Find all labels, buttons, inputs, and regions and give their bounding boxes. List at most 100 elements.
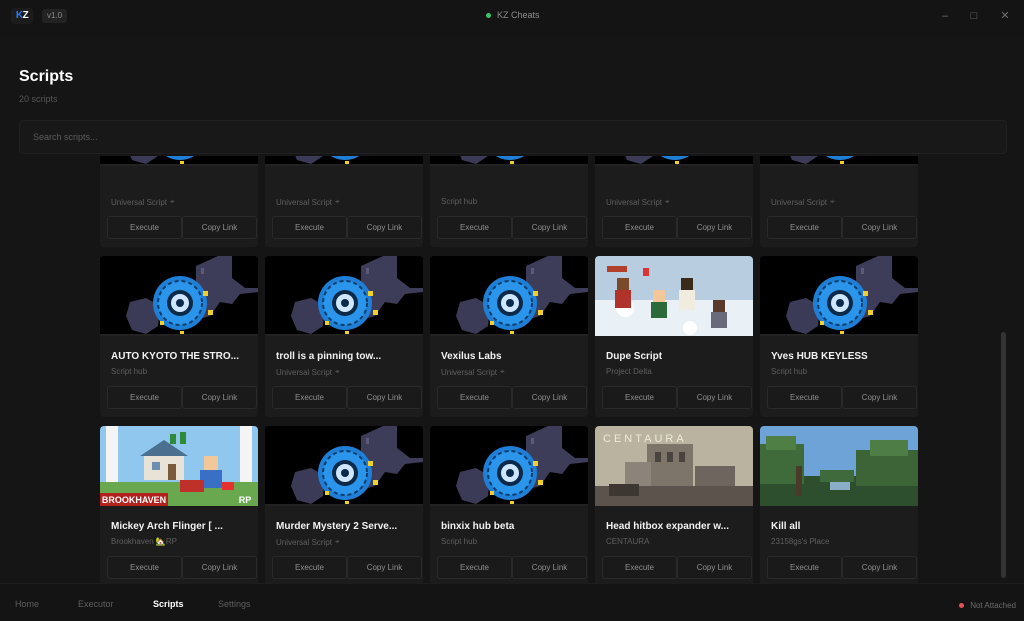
script-title: troll is a pinning tow...	[276, 351, 382, 362]
execute-button[interactable]: Execute	[602, 216, 677, 239]
execute-button[interactable]: Execute	[272, 216, 347, 239]
script-category-label: Script hub	[441, 537, 478, 546]
pin-icon: ⌖	[335, 537, 340, 546]
execute-button[interactable]: Execute	[602, 386, 677, 409]
execute-button[interactable]: Execute	[437, 216, 512, 239]
script-category: Script hub	[771, 367, 807, 376]
app-title: KZ Cheats	[497, 10, 540, 20]
script-card[interactable]: Dupe Script Project Delta Execute Copy Link	[595, 256, 753, 417]
script-title: Vexilus Labs	[441, 351, 502, 362]
close-icon[interactable]: ✕	[998, 9, 1012, 23]
scripts-grid: Universal Script ⌖ Execute Copy Link Univers…	[100, 156, 918, 583]
script-category-label: CENTAURA	[606, 537, 650, 546]
execute-button[interactable]: Execute	[767, 216, 842, 239]
script-card[interactable]: troll is a pinning tow... Universal Scrip…	[265, 256, 423, 417]
execute-button[interactable]: Execute	[767, 386, 842, 409]
execute-button[interactable]: Execute	[437, 386, 512, 409]
copy-link-button[interactable]: Copy Link	[347, 216, 422, 239]
script-category: CENTAURA	[606, 537, 649, 546]
script-thumbnail	[100, 256, 258, 336]
copy-link-button[interactable]: Copy Link	[182, 216, 257, 239]
execute-button[interactable]: Execute	[272, 386, 347, 409]
execute-button[interactable]: Execute	[767, 556, 842, 579]
script-thumbnail	[100, 156, 258, 166]
maximize-icon[interactable]: □	[967, 9, 981, 23]
script-thumbnail	[265, 256, 423, 336]
search-box[interactable]	[19, 120, 1007, 154]
nav-executor[interactable]: Executor	[78, 599, 114, 609]
pin-icon: ⌖	[335, 197, 340, 206]
search-input[interactable]	[20, 121, 1006, 153]
script-thumbnail: CENTAURA	[595, 426, 753, 506]
script-category-label: Universal Script	[606, 197, 663, 207]
script-card[interactable]: Murder Mystery 2 Serve... Universal Scrip…	[265, 426, 423, 583]
script-thumbnail	[760, 256, 918, 336]
connection-status-dot-icon	[486, 12, 491, 18]
script-card[interactable]: Vexilus Labs Universal Script ⌖ Execute Copy…	[430, 256, 588, 417]
execute-button[interactable]: Execute	[437, 556, 512, 579]
script-category-label: Universal Script	[276, 367, 333, 377]
script-card[interactable]: Yves HUB KEYLESS Script hub Execute Copy Li…	[760, 256, 918, 417]
copy-link-button[interactable]: Copy Link	[512, 556, 587, 579]
script-category-label: Script hub	[771, 367, 808, 376]
script-card[interactable]: Kill all 23158gs's Place Execute Copy Link	[760, 426, 918, 583]
script-category-label: 23158gs's Place	[771, 537, 830, 546]
copy-link-button[interactable]: Copy Link	[842, 556, 917, 579]
execute-button[interactable]: Execute	[107, 216, 182, 239]
copy-link-button[interactable]: Copy Link	[182, 556, 257, 579]
copy-link-button[interactable]: Copy Link	[677, 386, 752, 409]
script-category: Brookhaven 🏡RP	[111, 537, 177, 546]
script-category: Universal Script ⌖	[441, 367, 505, 377]
script-card[interactable]: AUTO KYOTO THE STRO... Script hub Execute C…	[100, 256, 258, 417]
script-card[interactable]: Universal Script ⌖ Execute Copy Link	[760, 156, 918, 247]
copy-link-button[interactable]: Copy Link	[347, 386, 422, 409]
script-category-label: Script hub	[441, 197, 478, 206]
nav-settings[interactable]: Settings	[218, 599, 251, 609]
svg-text:RP: RP	[239, 495, 252, 505]
scripts-grid-viewport[interactable]: Universal Script ⌖ Execute Copy Link Univers…	[0, 156, 1024, 583]
script-thumbnail	[430, 426, 588, 506]
script-category: 23158gs's Place	[771, 537, 829, 546]
script-category: Project Delta	[606, 367, 652, 376]
nav-home[interactable]: Home	[15, 599, 39, 609]
copy-link-button[interactable]: Copy Link	[677, 556, 752, 579]
script-card[interactable]: Script hub Execute Copy Link	[430, 156, 588, 247]
script-card[interactable]: CENTAURA Head hitbox expander w... CENTAUR…	[595, 426, 753, 583]
script-card[interactable]: Universal Script ⌖ Execute Copy Link	[265, 156, 423, 247]
script-card[interactable]: Universal Script ⌖ Execute Copy Link	[100, 156, 258, 247]
version-badge: v1.0	[42, 9, 68, 23]
script-category: Script hub	[441, 537, 477, 546]
script-thumbnail	[595, 256, 753, 336]
script-card[interactable]: BROOKHAVEN RP Mickey Arch Flinger [ ... Bro…	[100, 426, 258, 583]
copy-link-button[interactable]: Copy Link	[182, 386, 257, 409]
execute-button[interactable]: Execute	[107, 386, 182, 409]
execute-button[interactable]: Execute	[602, 556, 677, 579]
script-title: Mickey Arch Flinger [ ...	[111, 521, 223, 532]
script-category: Universal Script ⌖	[276, 367, 340, 377]
copy-link-button[interactable]: Copy Link	[842, 216, 917, 239]
script-card[interactable]: Universal Script ⌖ Execute Copy Link	[595, 156, 753, 247]
script-thumbnail	[760, 156, 918, 166]
attach-status: Not Attached	[959, 601, 1016, 610]
copy-link-button[interactable]: Copy Link	[842, 386, 917, 409]
script-thumbnail	[760, 426, 918, 506]
script-thumbnail	[430, 256, 588, 336]
script-category: Universal Script ⌖	[276, 537, 340, 547]
copy-link-button[interactable]: Copy Link	[512, 386, 587, 409]
script-title: Head hitbox expander w...	[606, 521, 729, 532]
execute-button[interactable]: Execute	[272, 556, 347, 579]
nav-scripts[interactable]: Scripts	[153, 599, 184, 609]
copy-link-button[interactable]: Copy Link	[512, 216, 587, 239]
script-card[interactable]: binxix hub beta Script hub Execute Copy Lin…	[430, 426, 588, 583]
script-category-label: Universal Script	[276, 537, 333, 547]
app-logo: KZ	[11, 8, 33, 24]
script-thumbnail	[265, 426, 423, 506]
scrollbar-thumb[interactable]	[1001, 332, 1006, 578]
copy-link-button[interactable]: Copy Link	[347, 556, 422, 579]
script-title: binxix hub beta	[441, 521, 515, 532]
script-category-label: Brookhaven 🏡RP	[111, 537, 177, 546]
pin-icon: ⌖	[170, 197, 175, 206]
execute-button[interactable]: Execute	[107, 556, 182, 579]
minimize-icon[interactable]: –	[938, 9, 952, 23]
copy-link-button[interactable]: Copy Link	[677, 216, 752, 239]
